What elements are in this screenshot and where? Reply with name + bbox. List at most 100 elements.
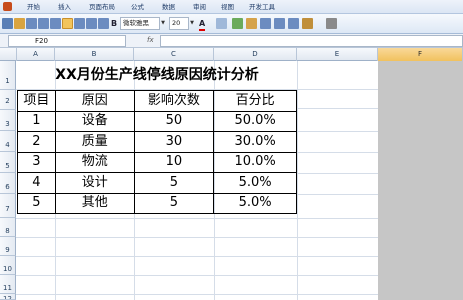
select-all-corner[interactable] — [0, 48, 17, 61]
header-cell-count[interactable]: 影响次数 — [133, 90, 215, 112]
font-name-select[interactable]: 微软雅黑 — [120, 17, 160, 30]
gridline — [297, 108, 378, 109]
data-table: 项目 原因 影响次数 百分比 1 设备 50 50.0% 2 质量 30 30.… — [17, 90, 297, 214]
row-header-9[interactable]: 9 — [0, 237, 16, 256]
table-cell[interactable]: 5.0% — [213, 172, 297, 194]
gridline — [16, 256, 378, 257]
header-cell-percent[interactable]: 百分比 — [213, 90, 297, 112]
table-cell[interactable]: 质量 — [54, 131, 135, 153]
table-row: 1 设备 50 50.0% — [17, 110, 297, 132]
selected-column-area[interactable] — [378, 61, 463, 300]
table-row: 4 设计 5 5.0% — [17, 172, 297, 194]
tab-developer[interactable]: 开发工具 — [249, 3, 275, 11]
table-cell[interactable]: 2 — [17, 131, 56, 153]
column-header-d[interactable]: D — [214, 48, 297, 61]
table-cell[interactable]: 30 — [133, 131, 215, 153]
column-header-a[interactable]: A — [17, 48, 55, 61]
table-cell[interactable]: 5 — [17, 192, 56, 214]
table-cell[interactable]: 5 — [133, 192, 215, 214]
insert-icon[interactable] — [288, 18, 299, 29]
table-row: 3 物流 10 10.0% — [17, 151, 297, 173]
gridline — [16, 218, 378, 219]
row-header-2[interactable]: 2 — [0, 90, 16, 110]
row-header-1[interactable]: 1 — [0, 61, 16, 90]
row-header-5[interactable]: 5 — [0, 152, 16, 173]
tab-review[interactable]: 审阅 — [193, 3, 206, 11]
table-cell[interactable]: 50.0% — [213, 110, 297, 132]
gridline — [297, 173, 378, 174]
open-icon[interactable] — [14, 18, 25, 29]
currency-icon[interactable] — [246, 18, 257, 29]
tab-view[interactable]: 视图 — [221, 3, 234, 11]
row-header-11[interactable]: 11 — [0, 275, 16, 294]
row-header-10[interactable]: 10 — [0, 256, 16, 275]
tab-data[interactable]: 数据 — [162, 3, 175, 11]
gridline — [297, 152, 378, 153]
table-cell[interactable]: 5.0% — [213, 192, 297, 214]
formula-input[interactable] — [160, 35, 463, 47]
table-cell[interactable]: 5 — [133, 172, 215, 194]
table-row: 5 其他 5 5.0% — [17, 192, 297, 214]
fill-color-icon[interactable] — [216, 18, 227, 29]
column-header-f[interactable]: F — [378, 48, 463, 61]
column-header-c[interactable]: C — [134, 48, 214, 61]
bold-button[interactable]: B — [111, 18, 117, 29]
table-cell[interactable]: 10 — [133, 151, 215, 173]
tab-formulas[interactable]: 公式 — [131, 3, 144, 11]
gridline — [297, 194, 378, 195]
camera-icon[interactable] — [302, 18, 313, 29]
table-title[interactable]: XX月份生产线停线原因统计分析 — [17, 64, 297, 86]
wrap-text-icon[interactable] — [74, 18, 85, 29]
table-cell[interactable]: 其他 — [54, 192, 135, 214]
name-box[interactable]: F20 — [8, 35, 126, 47]
fx-icon[interactable]: fx — [147, 36, 154, 44]
column-header-e[interactable]: E — [297, 48, 378, 61]
ribbon-tabs: 开始 插入 页面布局 公式 数据 审阅 视图 开发工具 — [0, 0, 463, 14]
tab-insert[interactable]: 插入 — [58, 3, 71, 11]
align-center-icon[interactable] — [38, 18, 49, 29]
row-header-8[interactable]: 8 — [0, 218, 16, 237]
row-header-3[interactable]: 3 — [0, 110, 16, 131]
percent-icon[interactable] — [260, 18, 271, 29]
font-color-button[interactable]: A — [199, 18, 206, 31]
table-cell[interactable]: 10.0% — [213, 151, 297, 173]
indent-icon[interactable] — [86, 18, 97, 29]
table-row: 2 质量 30 30.0% — [17, 131, 297, 153]
table-cell[interactable]: 设计 — [54, 172, 135, 194]
table-cell[interactable]: 物流 — [54, 151, 135, 173]
tab-page-layout[interactable]: 页面布局 — [89, 3, 115, 11]
gridline — [16, 294, 378, 295]
office-button-icon[interactable] — [3, 2, 12, 11]
header-cell-item[interactable]: 项目 — [17, 90, 56, 112]
options-icon[interactable] — [326, 18, 337, 29]
table-cell[interactable]: 50 — [133, 110, 215, 132]
gridline — [297, 61, 298, 300]
borders-icon[interactable] — [274, 18, 285, 29]
outdent-icon[interactable] — [98, 18, 109, 29]
align-left-icon[interactable] — [26, 18, 37, 29]
column-headers: A B C D E F — [0, 48, 463, 61]
font-size-select[interactable]: 20 — [169, 17, 189, 30]
font-name-dropdown-icon[interactable]: ▼ — [160, 17, 166, 30]
formula-bar: F20 fx — [0, 34, 463, 48]
tab-home[interactable]: 开始 — [27, 3, 40, 11]
save-icon[interactable] — [2, 18, 13, 29]
row-header-6[interactable]: 6 — [0, 173, 16, 194]
gridline — [16, 275, 378, 276]
row-header-12[interactable]: 12 — [0, 294, 16, 300]
column-header-b[interactable]: B — [55, 48, 134, 61]
table-cell[interactable]: 1 — [17, 110, 56, 132]
format-painter-icon[interactable] — [232, 18, 243, 29]
row-header-4[interactable]: 4 — [0, 131, 16, 152]
table-cell[interactable]: 30.0% — [213, 131, 297, 153]
merge-center-icon[interactable] — [62, 18, 73, 29]
table-cell[interactable]: 3 — [17, 151, 56, 173]
align-right-icon[interactable] — [50, 18, 61, 29]
font-size-dropdown-icon[interactable]: ▼ — [189, 17, 195, 30]
header-row: 项目 原因 影响次数 百分比 — [17, 90, 297, 112]
header-cell-reason[interactable]: 原因 — [54, 90, 135, 112]
table-cell[interactable]: 设备 — [54, 110, 135, 132]
row-header-7[interactable]: 7 — [0, 194, 16, 218]
table-cell[interactable]: 4 — [17, 172, 56, 194]
toolbar: B 微软雅黑 ▼ 20 ▼ A — [0, 14, 463, 34]
